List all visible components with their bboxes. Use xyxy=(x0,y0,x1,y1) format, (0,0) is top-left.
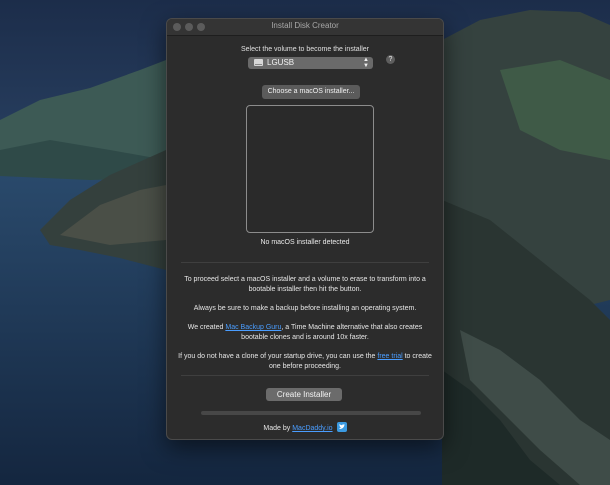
create-installer-button[interactable]: Create Installer xyxy=(266,388,342,401)
title-bar[interactable]: Install Disk Creator xyxy=(167,19,443,36)
made-by-label: Made by xyxy=(263,424,293,432)
window-title: Install Disk Creator xyxy=(271,21,339,30)
choose-installer-button[interactable]: Choose a macOS installer... xyxy=(262,85,360,99)
selected-volume: LGUSB xyxy=(267,58,295,67)
free-trial-text: If you do not have a clone of your start… xyxy=(178,353,432,370)
volume-select[interactable]: LGUSB ▲ ▼ xyxy=(248,57,373,69)
mac-backup-guru-link[interactable]: Mac Backup Guru xyxy=(225,324,281,331)
twitter-icon[interactable] xyxy=(336,422,347,432)
divider xyxy=(181,375,429,376)
help-icon[interactable]: ? xyxy=(386,55,395,64)
disk-icon xyxy=(254,59,263,66)
progress-bar xyxy=(201,411,421,415)
free-trial-link[interactable]: free trial xyxy=(377,353,402,360)
backup-warning-text: Always be sure to make a backup before i… xyxy=(193,305,417,312)
macdaddy-link[interactable]: MacDaddy.io xyxy=(292,425,332,432)
instructions-text: To proceed select a macOS installer and … xyxy=(184,276,426,293)
installer-drop-well[interactable] xyxy=(246,105,374,233)
footer: Made by MacDaddy.io xyxy=(167,422,443,433)
installer-status-text: No macOS installer detected xyxy=(260,239,350,246)
divider xyxy=(181,262,429,263)
volume-select-label: Select the volume to become the installe… xyxy=(240,46,369,53)
install-disk-creator-window: Install Disk Creator Select the volume t… xyxy=(166,18,444,440)
mac-backup-guru-text: We created Mac Backup Guru, a Time Machi… xyxy=(187,324,423,341)
chevron-updown-icon: ▲ ▼ xyxy=(363,57,369,69)
